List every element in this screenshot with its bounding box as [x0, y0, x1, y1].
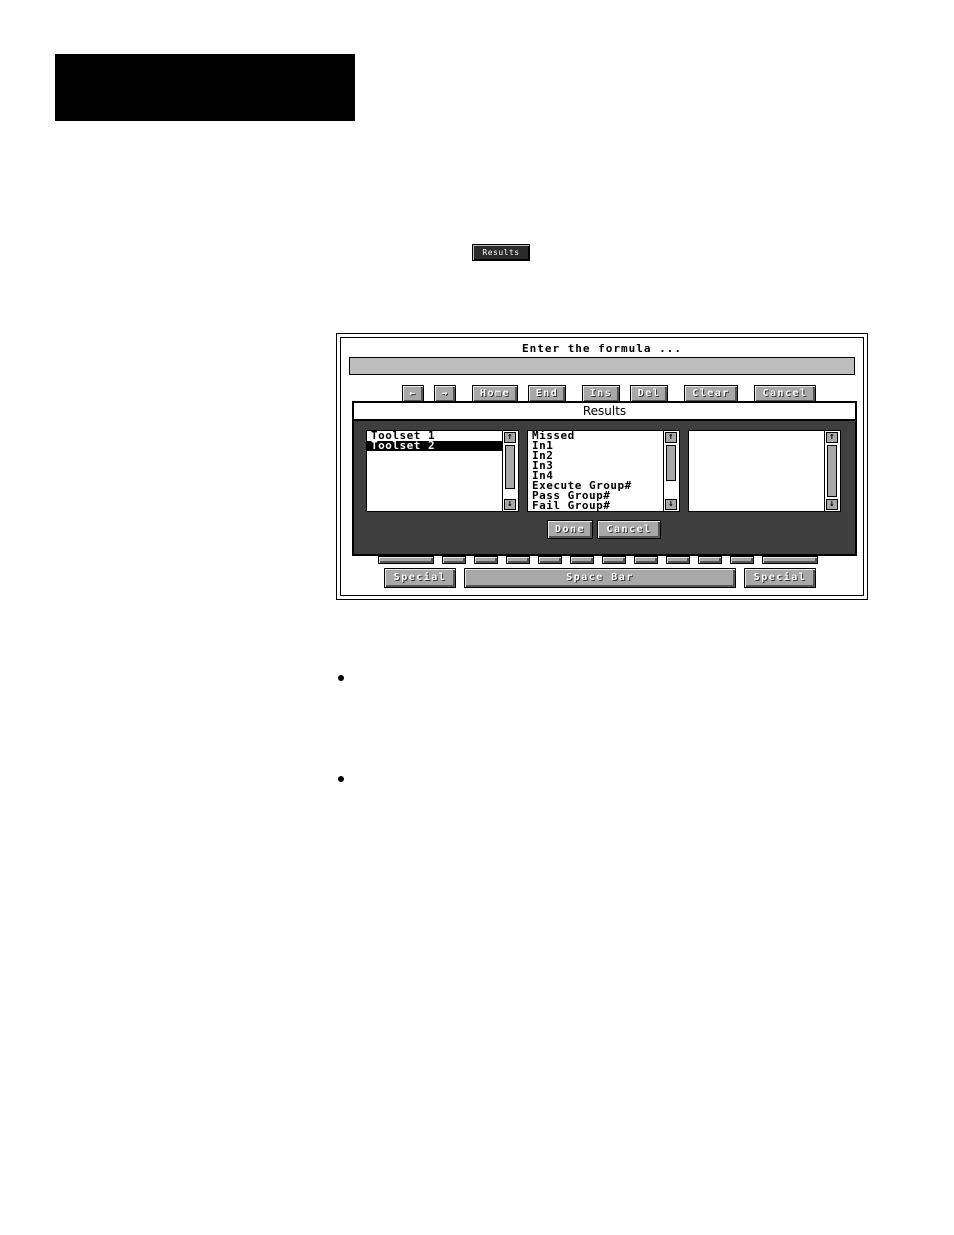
- keyboard-key[interactable]: [730, 556, 754, 564]
- cancel-button[interactable]: Cancel: [597, 520, 661, 539]
- keyboard-key[interactable]: [538, 556, 562, 564]
- formula-prompt: Enter the formula ...: [521, 342, 683, 355]
- keyboard-key[interactable]: [602, 556, 626, 564]
- toolset-list-items: Toolset 1 Toolset 2: [367, 431, 502, 451]
- arrow-up-icon[interactable]: ↑: [504, 432, 516, 443]
- arrow-down-icon[interactable]: ↓: [504, 499, 516, 510]
- keyboard-key[interactable]: [666, 556, 690, 564]
- arrow-down-icon[interactable]: ↓: [665, 499, 677, 510]
- results-list-scrollbar[interactable]: ↑ ↓: [663, 431, 679, 511]
- detail-list-scrollbar[interactable]: ↑ ↓: [824, 431, 840, 511]
- formula-editor-screen: Enter the formula ... ← → Home End Ins D…: [336, 333, 868, 600]
- screen-frame: Enter the formula ... ← → Home End Ins D…: [340, 337, 864, 596]
- scroll-thumb[interactable]: [666, 445, 676, 481]
- arrow-up-icon[interactable]: ↑: [826, 432, 838, 443]
- keyboard-key[interactable]: [634, 556, 658, 564]
- keyboard-key[interactable]: [570, 556, 594, 564]
- special-left-key[interactable]: Special: [384, 568, 456, 588]
- results-list-items: Missed In1 In2 In3 In4 Execute Group# Pass Gro…: [528, 431, 663, 511]
- scroll-thumb[interactable]: [505, 445, 515, 489]
- formula-input[interactable]: [349, 357, 855, 375]
- scroll-thumb[interactable]: [827, 445, 837, 497]
- special-right-key[interactable]: Special: [744, 568, 816, 588]
- keyboard-key[interactable]: [506, 556, 530, 564]
- results-list[interactable]: Missed In1 In2 In3 In4 Execute Group# Pass Gro…: [527, 430, 680, 512]
- done-button[interactable]: Done: [547, 520, 593, 539]
- chapter-header-bar: [55, 54, 355, 121]
- toolset-list[interactable]: Toolset 1 Toolset 2 ↑ ↓: [366, 430, 519, 512]
- bullet-icon: [338, 776, 344, 782]
- keyboard-key[interactable]: [762, 556, 818, 564]
- space-bar-key[interactable]: Space Bar: [464, 568, 736, 588]
- arrow-down-icon[interactable]: ↓: [826, 499, 838, 510]
- results-dialog: Results Toolset 1 Toolset 2 ↑ ↓ Missed In1…: [352, 401, 857, 556]
- keyboard-key[interactable]: [442, 556, 466, 564]
- list-item[interactable]: Fail Group#: [528, 500, 663, 511]
- toolset-list-scrollbar[interactable]: ↑ ↓: [502, 431, 518, 511]
- results-button-illustration[interactable]: Results: [472, 244, 530, 261]
- keyboard-key[interactable]: [698, 556, 722, 564]
- keyboard-key[interactable]: [378, 556, 434, 564]
- arrow-up-icon[interactable]: ↑: [665, 432, 677, 443]
- list-item[interactable]: Toolset 2: [367, 440, 502, 451]
- bullet-icon: [338, 675, 344, 681]
- dialog-title: Results: [354, 403, 855, 421]
- detail-list[interactable]: ↑ ↓: [688, 430, 841, 512]
- keyboard-key[interactable]: [474, 556, 498, 564]
